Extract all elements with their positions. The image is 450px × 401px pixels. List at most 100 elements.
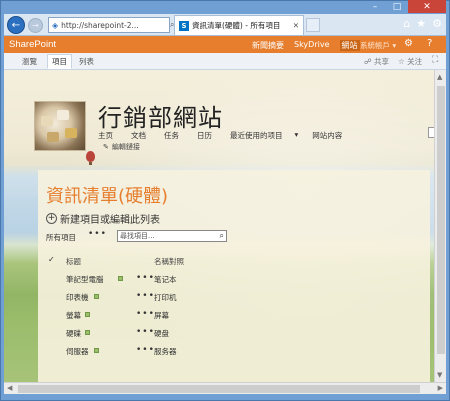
nav-item-tasks[interactable]: 任务 [164,130,179,141]
new-badge-icon [85,312,90,317]
tab-items[interactable]: 項目 [47,54,72,69]
suite-link-skydrive[interactable]: SkyDrive [294,40,330,51]
row-title-link[interactable]: 硬碟 [66,328,81,339]
tab-title: 資訊清單(硬體) - 所有項目 [192,21,281,30]
nav-item-documents[interactable]: 文档 [131,130,146,141]
forward-arrow-icon: → [32,21,39,30]
scroll-left-icon[interactable]: ◀ [7,384,12,392]
logo-shape [47,132,59,142]
new-badge-icon [85,330,90,335]
search-icon[interactable]: ⌕ [220,231,224,241]
address-bar-row: ← → ◈ http://sharepoint-2... ⌕ ▾ ↻ S 資訊清… [4,14,446,36]
search-placeholder: 尋找項目... [120,232,155,240]
scroll-right-icon[interactable]: ▶ [438,384,443,392]
edit-links[interactable]: ✎ 編輯鏈接 [103,142,140,152]
tab-list[interactable]: 列表 [79,56,94,67]
brand-label[interactable]: SharePoint [9,39,56,50]
edit-links-label: 編輯鏈接 [111,143,140,151]
table-row: 螢幕 ••• 屏幕 [66,309,266,322]
row-title-link[interactable]: 印表機 [66,292,89,303]
select-all-checkmark-icon[interactable]: ✓ [48,255,55,264]
view-options-ellipsis[interactable]: ••• [88,229,107,239]
item-menu-ellipsis[interactable]: ••• [136,291,155,301]
table-row: 筆記型電腦 ••• 笔记本 [66,273,266,286]
ribbon-tabs: 瀏覽 項目 列表 ☍ 共享 ☆ 关注 ⛶ [4,53,446,70]
back-button[interactable]: ← [7,16,25,34]
nav-item-home[interactable]: 主页 [98,130,113,141]
help-icon[interactable]: ? [427,38,432,49]
row-value: 笔记本 [154,275,177,284]
new-badge-icon [94,348,99,353]
item-menu-ellipsis[interactable]: ••• [136,309,155,319]
row-value: 服务器 [154,347,177,356]
new-badge-icon [118,276,123,281]
close-window-button[interactable]: ✕ [408,0,446,13]
search-input[interactable]: 尋找項目... ⌕ [117,230,227,242]
view-all-items[interactable]: 所有項目 [46,232,76,243]
page-title: 資訊清單(硬體) [46,186,169,207]
suite-bar: SharePoint 新聞摘要 SkyDrive 網站 系統帳戶 ▾ ⚙ ? [4,36,446,53]
row-value: 屏幕 [154,311,169,320]
balloon-decoration [86,151,95,165]
home-icon[interactable]: ⌂ [403,17,410,30]
gear-icon[interactable]: ⚙ [404,38,413,49]
item-menu-ellipsis[interactable]: ••• [136,273,155,283]
chevron-down-icon[interactable]: ▾ [295,130,299,141]
url-input[interactable]: ◈ http://sharepoint-2... [48,17,170,33]
user-menu[interactable]: 系統帳戶 ▾ [360,40,396,51]
suite-link-newsfeed[interactable]: 新聞摘要 [252,40,284,51]
follow-button[interactable]: ☆ 关注 [398,56,422,67]
column-header-title[interactable]: 标题 [66,256,81,267]
item-menu-ellipsis[interactable]: ••• [136,327,155,337]
settings-gear-icon[interactable]: ⚙ [432,17,442,30]
column-header-name-mapping[interactable]: 名稱對照 [154,256,184,267]
suite-links: 新聞摘要 SkyDrive 網站 [252,40,360,51]
minimize-button[interactable]: – [364,0,386,13]
site-title[interactable]: 行銷部網站 [98,98,223,133]
new-item-link[interactable]: + 新建項目或編輯此列表 [46,211,160,226]
nav-item-site-contents[interactable]: 网站内容 [312,130,342,141]
table-row: 伺服器 ••• 服务器 [66,345,266,358]
focus-content-icon[interactable]: ⛶ [432,55,438,65]
browser-tab[interactable]: S 資訊清單(硬體) - 所有項目 ✕ [174,15,304,35]
horizontal-scroll-thumb[interactable] [18,385,420,393]
vertical-scroll-thumb[interactable] [437,86,445,354]
table-row: 硬碟 ••• 硬盘 [66,327,266,340]
logo-shape [65,128,77,138]
row-title-link[interactable]: 螢幕 [66,310,81,321]
share-button[interactable]: ☍ 共享 [364,56,389,67]
row-value: 硬盘 [154,329,169,338]
close-tab-icon[interactable]: ✕ [293,21,299,30]
table-row: 印表機 ••• 打印机 [66,291,266,304]
suite-link-sites[interactable]: 網站 [339,40,360,51]
vertical-scrollbar[interactable]: ▲ ▼ [434,70,446,382]
page-icon: ◈ [52,20,59,30]
scroll-down-icon[interactable]: ▼ [437,371,442,379]
item-menu-ellipsis[interactable]: ••• [136,345,155,355]
forward-button[interactable]: → [28,18,43,33]
pencil-icon: ✎ [103,143,109,151]
row-title-link[interactable]: 筆記型電腦 [66,274,104,285]
row-value: 打印机 [154,293,177,302]
nav-item-calendar[interactable]: 日历 [197,130,212,141]
horizontal-scrollbar[interactable]: ◀ ▶ [4,382,446,394]
new-tab-button[interactable] [306,18,320,32]
maximize-button[interactable]: □ [386,0,408,13]
top-navigation: 主页 文档 任务 日历 最近使用的项目 ▾ 网站内容 [98,130,342,141]
site-logo[interactable] [34,101,86,151]
sharepoint-favicon-icon: S [179,20,189,31]
favorites-icon[interactable]: ★ [416,17,426,30]
back-arrow-icon: ← [11,19,21,31]
nav-item-recent[interactable]: 最近使用的项目 [230,130,283,141]
tab-browse[interactable]: 瀏覽 [22,56,37,67]
browser-tools: ⌂ ★ ⚙ [403,17,442,30]
scroll-up-icon[interactable]: ▲ [437,73,442,81]
new-item-label: 新建項目或編輯此列表 [60,215,160,226]
logo-shape [57,110,69,120]
plus-icon: + [46,213,57,224]
window-controls: – □ ✕ [364,0,446,13]
row-title-link[interactable]: 伺服器 [66,346,89,357]
new-badge-icon [94,294,99,299]
url-text: http://sharepoint-2... [61,20,139,30]
logo-shape [41,116,53,126]
